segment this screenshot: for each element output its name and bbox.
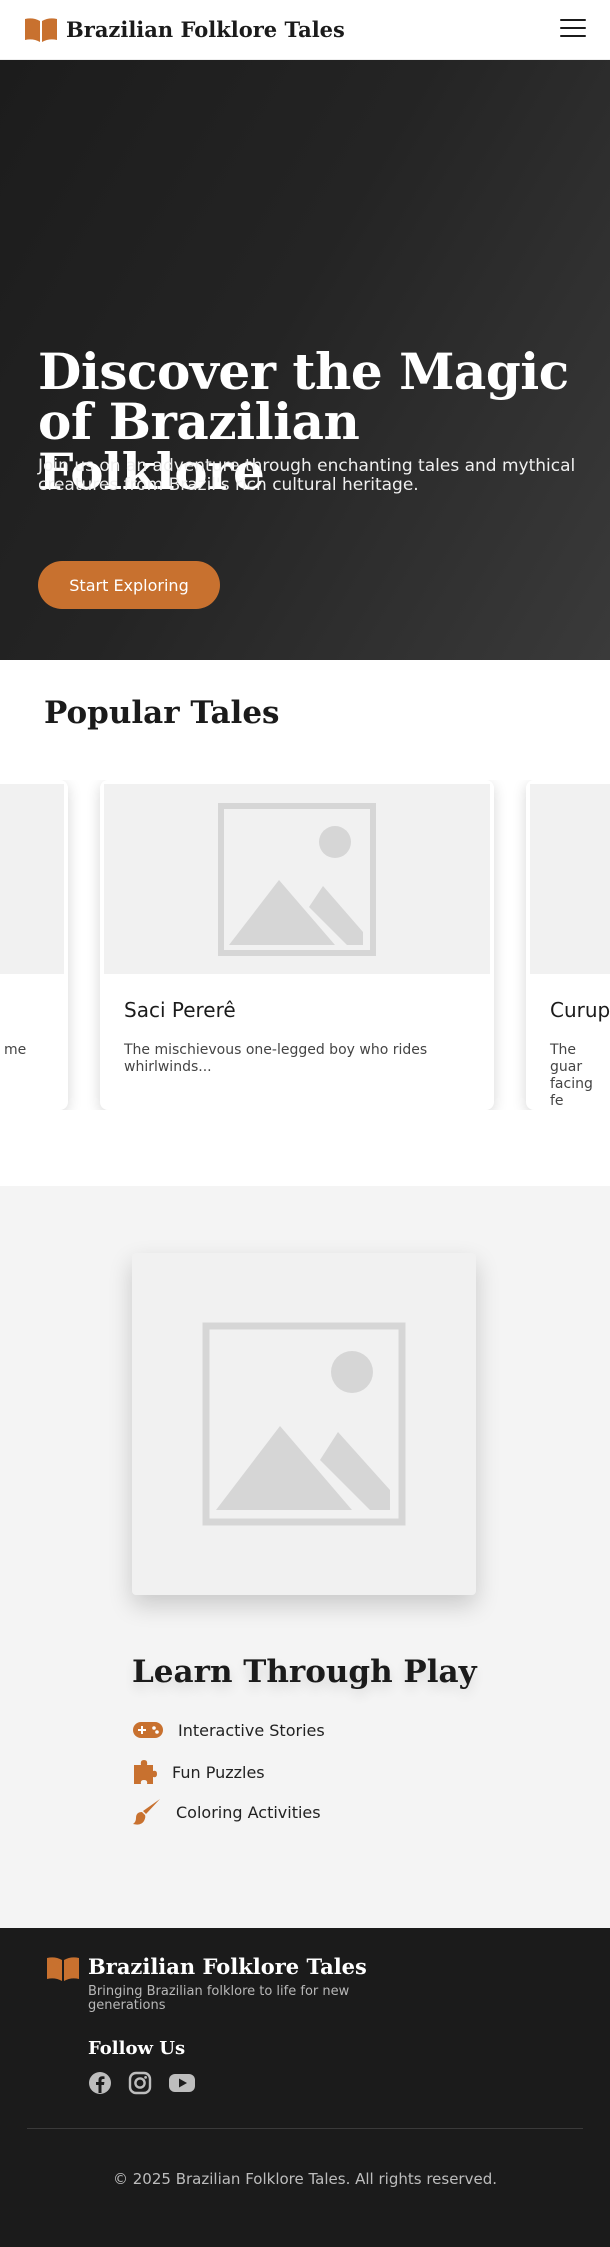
site-header: Brazilian Folklore Tales <box>0 0 610 60</box>
image-placeholder-icon <box>530 784 610 974</box>
facebook-icon[interactable] <box>88 2071 112 2095</box>
image-placeholder-icon <box>0 784 64 974</box>
image-placeholder-icon <box>104 784 490 974</box>
instagram-icon[interactable] <box>128 2071 152 2095</box>
tale-card-desc: me <box>4 1042 27 1058</box>
tale-card-desc: The guar facing fe <box>550 1042 593 1109</box>
play-heading: Learn Through Play <box>132 1654 477 1690</box>
image-placeholder-icon <box>132 1253 476 1595</box>
copyright-text: © 2025 Brazilian Folklore Tales. All rig… <box>113 2170 497 2188</box>
feature-label: Fun Puzzles <box>172 1762 265 1782</box>
footer-tagline: Bringing Brazilian folklore to life for … <box>88 1984 350 2013</box>
hero-section: Discover the Magic of Brazilian Folklore… <box>0 60 610 660</box>
hamburger-menu-icon[interactable] <box>560 19 586 39</box>
hero-subtitle: Join us on an adventure through enchanti… <box>38 456 576 495</box>
footer-divider <box>27 2128 583 2129</box>
feature-label: Coloring Activities <box>176 1802 321 1822</box>
gamepad-icon <box>133 1722 163 1738</box>
tales-carousel[interactable]: me Saci Pererê The mischievous one-legge… <box>0 780 610 1110</box>
paintbrush-icon <box>133 1799 160 1825</box>
footer-brand: Brazilian Folklore Tales <box>88 1954 367 1979</box>
popular-tales-heading: Popular Tales <box>44 695 280 731</box>
tale-card-title: Saci Pererê <box>124 998 236 1022</box>
youtube-icon[interactable] <box>168 2071 196 2095</box>
tale-card[interactable]: me <box>0 780 68 1110</box>
start-exploring-button[interactable]: Start Exploring <box>38 561 220 609</box>
learn-through-play-section: Learn Through Play Interactive Stories F… <box>0 1186 610 1928</box>
brand-name[interactable]: Brazilian Folklore Tales <box>66 17 345 42</box>
site-footer: Brazilian Folklore Tales Bringing Brazil… <box>0 1928 610 2247</box>
social-links <box>88 2071 196 2095</box>
feature-coloring-activities[interactable]: Coloring Activities <box>132 1798 321 1826</box>
feature-label: Interactive Stories <box>178 1720 325 1740</box>
open-book-icon <box>25 17 57 42</box>
tale-card[interactable]: Saci Pererê The mischievous one-legged b… <box>100 780 494 1110</box>
open-book-icon <box>47 1957 79 1981</box>
tale-card-title: Curupi <box>550 998 610 1022</box>
tale-card-desc: The mischievous one-legged boy who rides… <box>124 1042 428 1075</box>
puzzle-piece-icon <box>134 1760 157 1784</box>
tale-card[interactable]: Curupi The guar facing fe <box>526 780 610 1110</box>
follow-us-heading: Follow Us <box>88 2038 186 2059</box>
feature-fun-puzzles[interactable]: Fun Puzzles <box>132 1759 265 1785</box>
feature-interactive-stories[interactable]: Interactive Stories <box>132 1720 325 1740</box>
